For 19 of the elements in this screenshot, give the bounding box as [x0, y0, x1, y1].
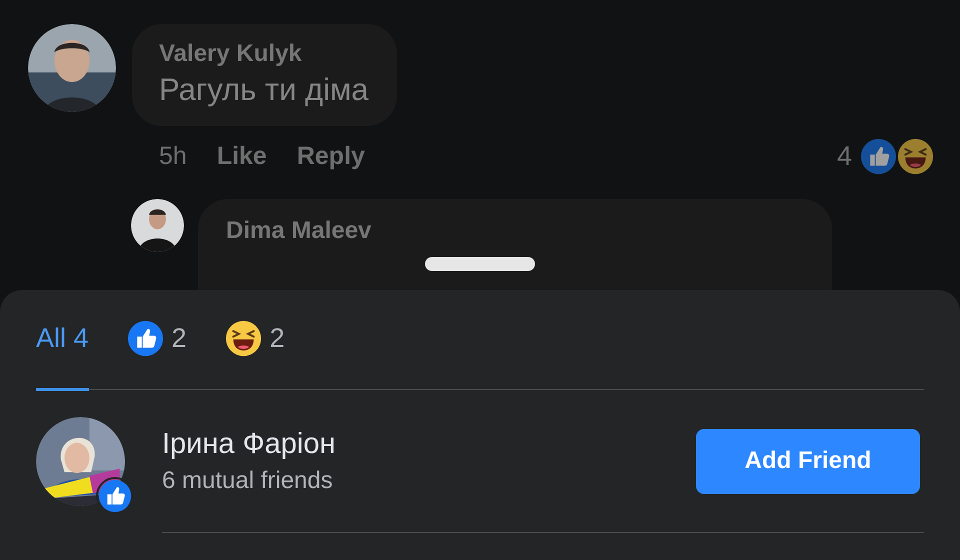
mutual-friends: 6 mutual friends	[162, 466, 334, 494]
like-icon	[98, 479, 132, 513]
timestamp: 5h	[159, 142, 187, 171]
add-friend-button[interactable]: Add Friend	[696, 428, 920, 494]
comment-text: Рагуль ти діма	[159, 72, 369, 108]
like-icon	[860, 138, 897, 175]
laughing-face-icon	[224, 320, 262, 358]
comment-action[interactable]: Reply	[296, 142, 365, 171]
drag-handle[interactable]	[425, 257, 535, 271]
author-name: Dima Maleev	[226, 217, 372, 245]
like-icon	[126, 320, 164, 358]
reaction-tab[interactable]: 2	[224, 290, 285, 390]
comment-action[interactable]: Like	[216, 142, 267, 171]
laughing-face-icon	[897, 138, 934, 175]
person-name[interactable]: Ірина Фаріон	[162, 428, 336, 460]
reaction-tab[interactable]: All 4	[36, 290, 89, 390]
reaction-tab[interactable]: 2	[126, 290, 187, 390]
reaction-count: 4	[836, 141, 852, 172]
author-name: Valery Kulyk	[159, 40, 303, 68]
